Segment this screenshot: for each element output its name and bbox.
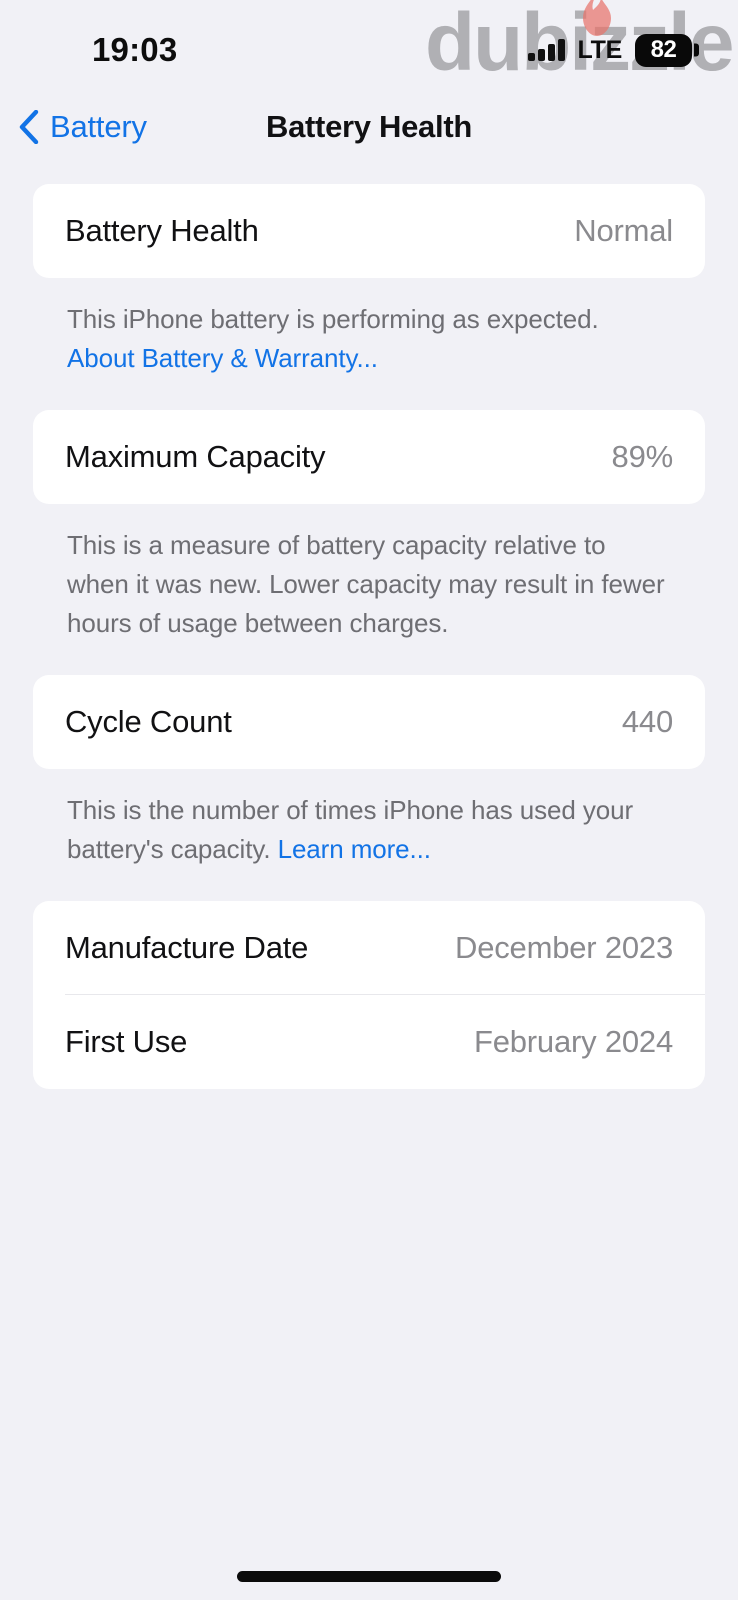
maximum-capacity-footer: This is a measure of battery capacity re… bbox=[67, 530, 665, 638]
back-button[interactable]: Battery bbox=[18, 109, 147, 145]
cycle-count-card: Cycle Count 440 bbox=[33, 675, 705, 769]
manufacture-date-value: December 2023 bbox=[455, 930, 673, 965]
battery-health-row[interactable]: Battery Health Normal bbox=[33, 184, 705, 278]
learn-more-link[interactable]: Learn more... bbox=[278, 834, 431, 864]
home-indicator[interactable] bbox=[237, 1571, 501, 1582]
about-battery-warranty-link[interactable]: About Battery & Warranty... bbox=[67, 343, 378, 373]
manufacture-date-label: Manufacture Date bbox=[65, 930, 309, 965]
battery-status-icon: 82 bbox=[635, 33, 699, 67]
signal-bars-icon bbox=[527, 39, 565, 61]
battery-dates-card: Manufacture Date December 2023 First Use… bbox=[33, 901, 705, 1089]
maximum-capacity-card: Maximum Capacity 89% bbox=[33, 410, 705, 504]
status-bar-indicators: LTE 82 bbox=[527, 33, 699, 67]
carrier-label: LTE bbox=[577, 35, 623, 64]
battery-health-card: Battery Health Normal bbox=[33, 184, 705, 278]
first-use-value: February 2024 bbox=[473, 1024, 673, 1059]
settings-content: Battery Health Normal This iPhone batter… bbox=[0, 184, 738, 1089]
navigation-bar: Battery Battery Health bbox=[0, 96, 738, 158]
battery-health-label: Battery Health bbox=[65, 213, 259, 248]
maximum-capacity-value: 89% bbox=[611, 439, 674, 474]
status-bar: 19:03 LTE 82 bbox=[0, 0, 738, 96]
cycle-count-row[interactable]: Cycle Count 440 bbox=[33, 675, 705, 769]
chevron-left-icon bbox=[19, 110, 39, 144]
first-use-label: First Use bbox=[65, 1024, 188, 1059]
maximum-capacity-label: Maximum Capacity bbox=[65, 439, 326, 474]
manufacture-date-row: Manufacture Date December 2023 bbox=[33, 901, 705, 995]
maximum-capacity-row[interactable]: Maximum Capacity 89% bbox=[33, 410, 705, 504]
cycle-count-label: Cycle Count bbox=[65, 704, 232, 739]
battery-health-value: Normal bbox=[574, 213, 673, 248]
battery-percent-label: 82 bbox=[650, 36, 677, 63]
back-button-label: Battery bbox=[50, 109, 147, 144]
cycle-count-value: 440 bbox=[621, 704, 673, 739]
battery-cap bbox=[694, 43, 699, 57]
battery-health-footer-text: This iPhone battery is performing as exp… bbox=[67, 304, 599, 334]
battery-health-footer: This iPhone battery is performing as exp… bbox=[33, 278, 705, 378]
status-bar-time: 19:03 bbox=[92, 31, 178, 68]
cycle-count-footer: This is the number of times iPhone has u… bbox=[33, 769, 705, 869]
first-use-row: First Use February 2024 bbox=[33, 995, 705, 1089]
